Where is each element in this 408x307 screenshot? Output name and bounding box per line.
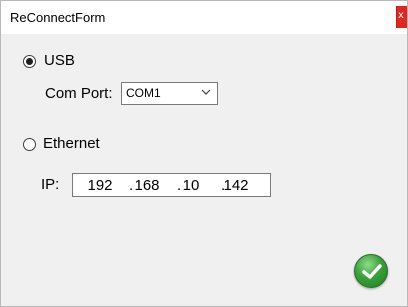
close-icon: x [398,10,404,21]
com-port-value: COM1 [126,86,161,100]
ip-label: IP: [41,176,60,193]
window-title: ReConnectForm [10,10,106,25]
radio-selected-dot [26,58,33,65]
ethernet-label: Ethernet [43,135,100,152]
close-button[interactable]: x [396,6,407,28]
ip-octet-4[interactable]: 142 [219,177,253,194]
usb-label: USB [44,52,75,69]
title-bar: ReConnectForm x [1,1,407,34]
checkmark-icon [362,264,382,279]
ethernet-radio[interactable] [23,138,36,151]
com-port-label: Com Port: [45,85,113,102]
chevron-down-icon [201,89,211,95]
reconnect-form-window: ReConnectForm x USB Com Port: COM1 Ether… [0,0,408,307]
ok-button[interactable] [354,254,388,288]
com-port-select[interactable]: COM1 [121,82,218,105]
ip-octet-1[interactable]: 192 [83,177,117,194]
ip-address-input[interactable]: 192 . 168 . 10 . 142 [72,173,271,197]
ip-octet-2[interactable]: 168 [130,177,164,194]
ip-octet-3[interactable]: 10 [174,177,208,194]
usb-radio[interactable] [23,55,36,68]
